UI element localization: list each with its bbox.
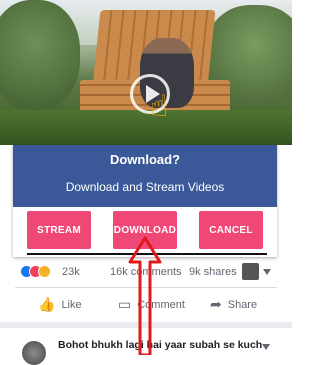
share-icon: ➦: [210, 296, 222, 312]
dialog-header: Download? Download and Stream Videos: [13, 145, 277, 207]
post-actions: 👍 Like ▭ Comment ➦ Share: [0, 293, 292, 319]
download-button[interactable]: DOWNLOAD: [113, 211, 177, 249]
cancel-button[interactable]: CANCEL: [199, 211, 263, 249]
share-label: Share: [227, 298, 258, 311]
comment-count[interactable]: 16k comments: [110, 266, 182, 278]
avatar[interactable]: [22, 341, 46, 365]
chevron-down-icon[interactable]: [262, 344, 270, 350]
video-thumbnail[interactable]: ☝: [0, 0, 292, 145]
video-grass: [0, 110, 292, 145]
post-stats: 23k 16k comments 9k shares: [0, 262, 292, 282]
share-count[interactable]: 9k shares: [189, 266, 237, 278]
divider: [15, 287, 277, 288]
like-button[interactable]: 👍 Like: [38, 296, 82, 313]
reaction-count[interactable]: 23k: [62, 266, 80, 278]
download-dialog: Download? Download and Stream Videos STR…: [13, 145, 277, 257]
feed-separator: [0, 322, 292, 328]
chevron-down-icon[interactable]: [263, 269, 271, 275]
post-text[interactable]: Bohot bhukh lagi hai yaar subah se kuch: [58, 339, 262, 351]
dialog-underline: [27, 253, 267, 255]
video-tree: [0, 0, 80, 110]
hand-pointer-icon: ☝: [150, 90, 169, 123]
thumbs-up-icon: 👍: [38, 296, 56, 312]
dialog-buttons: STREAM DOWNLOAD CANCEL: [13, 211, 277, 249]
dialog-subtitle: Download and Stream Videos: [65, 180, 225, 194]
reaction-icons[interactable]: [20, 265, 51, 278]
comment-icon: ▭: [118, 296, 132, 312]
comment-button[interactable]: ▭ Comment: [118, 296, 185, 313]
like-label: Like: [61, 298, 82, 311]
next-post: Bohot bhukh lagi hai yaar subah se kuch: [0, 332, 292, 365]
share-button[interactable]: ➦ Share: [210, 296, 257, 313]
avatar[interactable]: [242, 263, 259, 280]
stream-button[interactable]: STREAM: [27, 211, 91, 249]
haha-reaction-icon: [38, 265, 51, 278]
comment-label: Comment: [137, 298, 185, 311]
dialog-title: Download?: [109, 152, 181, 167]
